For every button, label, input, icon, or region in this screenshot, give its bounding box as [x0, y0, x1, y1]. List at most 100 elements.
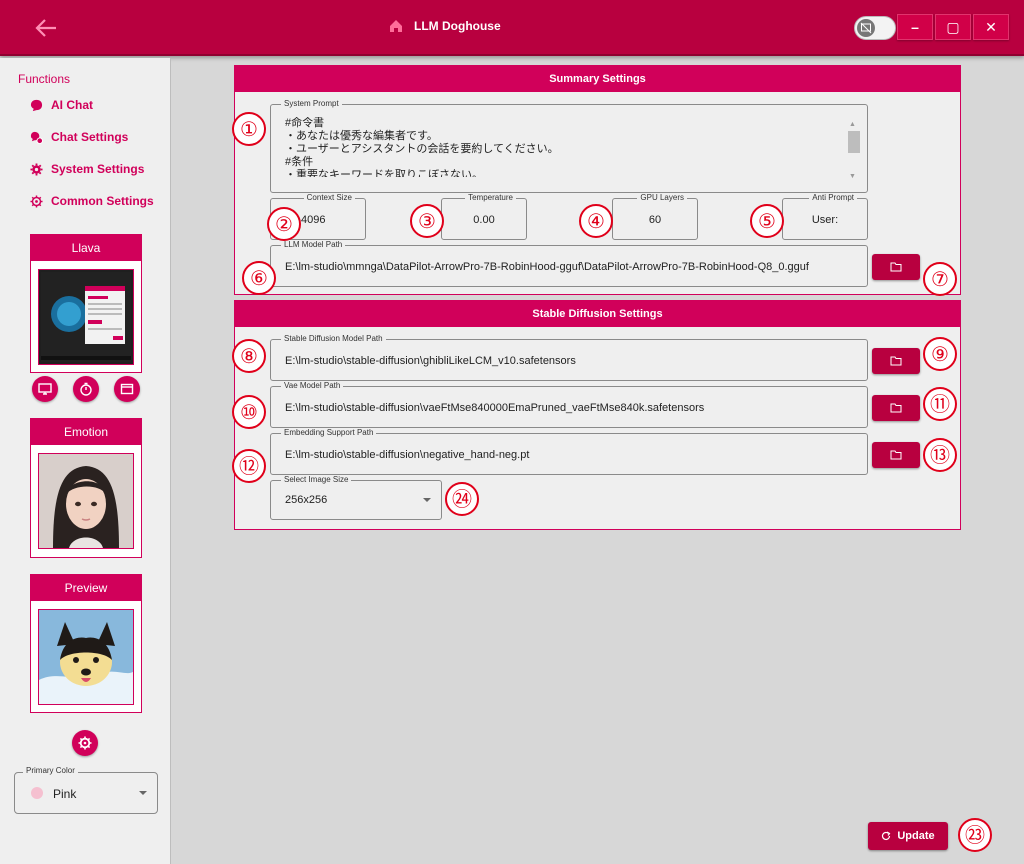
update-button[interactable]: Update: [868, 822, 948, 850]
folder-icon: [890, 403, 902, 413]
title-group: LLM Doghouse: [388, 18, 501, 34]
folder-icon: [890, 450, 902, 460]
scroll-up-icon[interactable]: ▲: [849, 121, 856, 128]
annotation-badge-23: ㉓: [958, 818, 992, 852]
preview-panel: Preview: [30, 574, 142, 713]
annotation-badge-6: ⑥: [242, 261, 276, 295]
annotation-badge-7: ⑦: [923, 262, 957, 296]
gear-outline-icon: [30, 194, 43, 208]
anti-prompt-label: Anti Prompt: [809, 193, 857, 202]
monitor-icon: [38, 383, 52, 395]
maximize-button[interactable]: ▢: [935, 14, 971, 40]
screen-capture-button[interactable]: [32, 376, 58, 402]
sidebar-item-common-settings[interactable]: Common Settings: [30, 194, 154, 208]
title-bar: LLM Doghouse – ▢ ✕: [0, 0, 1024, 56]
sidebar-item-label: AI Chat: [51, 98, 93, 112]
annotation-badge-3: ③: [410, 204, 444, 238]
llava-panel: Llava: [30, 234, 142, 373]
sidebar-item-label: Common Settings: [51, 194, 154, 208]
embedding-path-label: Embedding Support Path: [281, 428, 377, 437]
annotation-badge-12: ⑫: [232, 449, 266, 483]
vae-model-browse-button[interactable]: [872, 395, 920, 421]
folder-icon: [890, 356, 902, 366]
annotation-badge-24: ㉔: [445, 482, 479, 516]
sidebar-item-label: Chat Settings: [51, 130, 129, 144]
image-size-label: Select Image Size: [281, 475, 352, 484]
chevron-down-icon: [423, 498, 431, 502]
anti-prompt-field[interactable]: Anti Prompt User:: [782, 193, 868, 240]
image-size-value: 256x256: [285, 494, 328, 506]
scroll-thumb[interactable]: [848, 131, 860, 153]
system-prompt-field[interactable]: System Prompt #命令書 ・あなたは優秀な編集者です。 ・ユーザーと…: [270, 99, 868, 193]
timer-button[interactable]: [73, 376, 99, 402]
sidebar-item-label: System Settings: [51, 162, 145, 176]
temperature-value[interactable]: 0.00: [442, 214, 526, 226]
system-prompt-label: System Prompt: [281, 99, 342, 108]
image-size-select[interactable]: Select Image Size 256x256: [270, 475, 442, 520]
gpu-layers-label: GPU Layers: [637, 193, 687, 202]
annotation-badge-10: ⑩: [232, 395, 266, 429]
settings-button[interactable]: [72, 730, 98, 756]
gpu-layers-field[interactable]: GPU Layers 60: [612, 193, 698, 240]
llava-title: Llava: [31, 235, 141, 261]
arrow-left-icon[interactable]: [32, 14, 64, 42]
system-prompt-scrollbar[interactable]: ▲ ▼: [847, 115, 860, 181]
primary-color-label: Primary Color: [23, 766, 78, 775]
anti-prompt-value[interactable]: User:: [783, 214, 867, 226]
vae-model-path-value[interactable]: E:\lm-studio\stable-diffusion\vaeFtMse84…: [285, 402, 704, 414]
llm-model-path-field[interactable]: LLM Model Path E:\lm-studio\mmnga\DataPi…: [270, 240, 868, 287]
preview-title: Preview: [31, 575, 141, 601]
annotation-badge-8: ⑧: [232, 339, 266, 373]
sidebar: Functions AI Chat Chat Settings System S…: [0, 58, 171, 864]
gpu-layers-value[interactable]: 60: [613, 214, 697, 226]
close-button[interactable]: ✕: [973, 14, 1009, 40]
primary-color-select[interactable]: Primary Color Pink: [14, 766, 158, 814]
theme-toggle[interactable]: [854, 16, 896, 40]
sidebar-heading: Functions: [18, 72, 71, 86]
sd-model-browse-button[interactable]: [872, 348, 920, 374]
emotion-title: Emotion: [31, 419, 141, 445]
llm-model-path-value[interactable]: E:\lm-studio\mmnga\DataPilot-ArrowPro-7B…: [285, 261, 809, 273]
sd-model-path-label: Stable Diffusion Model Path: [281, 334, 386, 343]
sidebar-item-ai-chat[interactable]: AI Chat: [30, 98, 93, 112]
emotion-avatar-image: [38, 453, 134, 549]
llava-screen-thumbnail[interactable]: [38, 269, 134, 365]
embedding-path-field[interactable]: Embedding Support Path E:\lm-studio\stab…: [270, 428, 868, 475]
window-button[interactable]: [114, 376, 140, 402]
sd-model-path-field[interactable]: Stable Diffusion Model Path E:\lm-studio…: [270, 334, 868, 381]
scroll-down-icon[interactable]: ▼: [849, 173, 856, 180]
context-size-label: Context Size: [303, 193, 355, 202]
update-label: Update: [897, 830, 935, 842]
refresh-icon: [882, 831, 891, 841]
folder-icon: [890, 262, 902, 272]
llm-model-browse-button[interactable]: [872, 254, 920, 280]
annotation-badge-4: ④: [579, 204, 613, 238]
annotation-badge-1: ①: [232, 112, 266, 146]
annotation-badge-11: ⑪: [923, 387, 957, 421]
sd-model-path-value[interactable]: E:\lm-studio\stable-diffusion\ghibliLike…: [285, 355, 576, 367]
temperature-field[interactable]: Temperature 0.00: [441, 193, 527, 240]
annotation-badge-5: ⑤: [750, 204, 784, 238]
stable-diffusion-header: Stable Diffusion Settings: [235, 301, 960, 327]
annotation-badge-13: ⑬: [923, 438, 957, 472]
summary-settings-header: Summary Settings: [235, 66, 960, 92]
pink-swatch-icon: [31, 787, 43, 799]
chat-bubble-icon: [30, 99, 43, 111]
vae-model-path-label: Vae Model Path: [281, 381, 344, 390]
home-icon: [390, 20, 402, 32]
context-size-value[interactable]: 4096: [301, 214, 325, 226]
minimize-button[interactable]: –: [897, 14, 933, 40]
app-title: LLM Doghouse: [414, 19, 501, 33]
embedding-browse-button[interactable]: [872, 442, 920, 468]
gear-icon: [30, 162, 43, 176]
emotion-panel: Emotion: [30, 418, 142, 558]
annotation-badge-9: ⑨: [923, 337, 957, 371]
sidebar-item-chat-settings[interactable]: Chat Settings: [30, 130, 128, 144]
sidebar-item-system-settings[interactable]: System Settings: [30, 162, 144, 176]
primary-color-value: Pink: [53, 787, 77, 801]
window-icon: [120, 383, 134, 395]
embedding-path-value[interactable]: E:\lm-studio\stable-diffusion\negative_h…: [285, 449, 529, 461]
gear-icon: [78, 736, 92, 750]
system-prompt-text[interactable]: #命令書 ・あなたは優秀な編集者です。 ・ユーザーとアシスタントの会話を要約して…: [285, 117, 835, 177]
vae-model-path-field[interactable]: Vae Model Path E:\lm-studio\stable-diffu…: [270, 381, 868, 428]
